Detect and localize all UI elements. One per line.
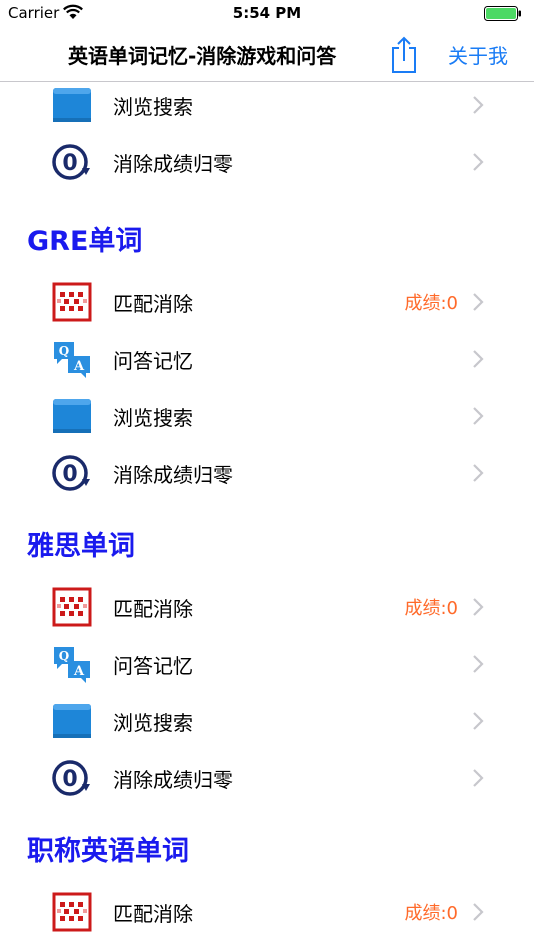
list-item-label: 匹配消除 (113, 597, 193, 621)
match-grid-icon (52, 587, 92, 627)
list-item[interactable]: 匹配消除 成绩:0 (0, 884, 534, 941)
book-icon (52, 701, 92, 741)
list-item-label: 消除成绩归零 (113, 463, 233, 487)
svg-text:0: 0 (62, 151, 77, 176)
menu-list[interactable]: 浏览搜索 0 消除成绩归零 GRE单词 匹配消除 成绩:0 QA 问答记忆 浏览搜索… (0, 83, 534, 950)
score-label: 成绩:0 (404, 903, 458, 924)
chevron-right-icon (473, 350, 484, 368)
list-item[interactable]: 匹配消除 成绩:0 (0, 579, 534, 636)
chevron-right-icon (473, 655, 484, 673)
navigation-bar: 英语单词记忆-消除游戏和问答 关于我 (0, 30, 534, 82)
section-header: 雅思单词 (27, 531, 135, 562)
list-item[interactable]: 0 消除成绩归零 (0, 750, 534, 807)
list-item[interactable]: 浏览搜索 (0, 83, 534, 134)
reset-score-icon: 0 (52, 453, 92, 493)
chevron-right-icon (473, 407, 484, 425)
svg-text:A: A (73, 359, 85, 374)
list-item-label: 消除成绩归零 (113, 768, 233, 792)
book-icon (52, 396, 92, 436)
list-item-label: 问答记忆 (113, 654, 193, 678)
battery-icon (484, 6, 521, 21)
list-item[interactable]: 浏览搜索 (0, 693, 534, 750)
chevron-right-icon (473, 96, 484, 114)
list-item[interactable]: 浏览搜索 (0, 388, 534, 445)
page-title: 英语单词记忆-消除游戏和问答 (68, 44, 337, 68)
score-label: 成绩:0 (404, 598, 458, 619)
score-label: 成绩:0 (404, 293, 458, 314)
chevron-right-icon (473, 769, 484, 787)
about-button[interactable]: 关于我 (448, 40, 508, 69)
svg-text:Q: Q (59, 344, 69, 358)
qa-icon: QA (52, 339, 92, 379)
reset-score-icon: 0 (52, 142, 92, 182)
reset-score-icon: 0 (52, 758, 92, 798)
svg-text:0: 0 (62, 767, 77, 792)
status-time: 5:54 PM (232, 4, 302, 22)
list-item-label: 浏览搜索 (113, 95, 193, 119)
list-item[interactable]: QA 问答记忆 (0, 636, 534, 693)
list-item[interactable]: 匹配消除 成绩:0 (0, 274, 534, 331)
list-item-label: 消除成绩归零 (113, 152, 233, 176)
section-header: GRE单词 (27, 226, 143, 257)
chevron-right-icon (473, 598, 484, 616)
svg-text:Q: Q (59, 649, 69, 663)
svg-text:0: 0 (62, 462, 77, 487)
book-icon (52, 85, 92, 125)
section-header: 职称英语单词 (27, 836, 189, 867)
chevron-right-icon (473, 903, 484, 921)
list-item[interactable]: 0 消除成绩归零 (0, 445, 534, 502)
chevron-right-icon (473, 464, 484, 482)
list-item[interactable]: QA 问答记忆 (0, 331, 534, 388)
list-item[interactable]: 0 消除成绩归零 (0, 134, 534, 191)
share-icon[interactable] (390, 34, 418, 74)
match-grid-icon (52, 892, 92, 932)
list-item-label: 匹配消除 (113, 292, 193, 316)
chevron-right-icon (473, 153, 484, 171)
chevron-right-icon (473, 712, 484, 730)
qa-icon: QA (52, 644, 92, 684)
match-grid-icon (52, 282, 92, 322)
status-bar: Carrier 5:54 PM (0, 0, 534, 30)
chevron-right-icon (473, 293, 484, 311)
list-item-label: 浏览搜索 (113, 711, 193, 735)
list-item-label: 匹配消除 (113, 902, 193, 926)
svg-text:A: A (73, 664, 85, 679)
list-item-label: 问答记忆 (113, 349, 193, 373)
list-item-label: 浏览搜索 (113, 406, 193, 430)
